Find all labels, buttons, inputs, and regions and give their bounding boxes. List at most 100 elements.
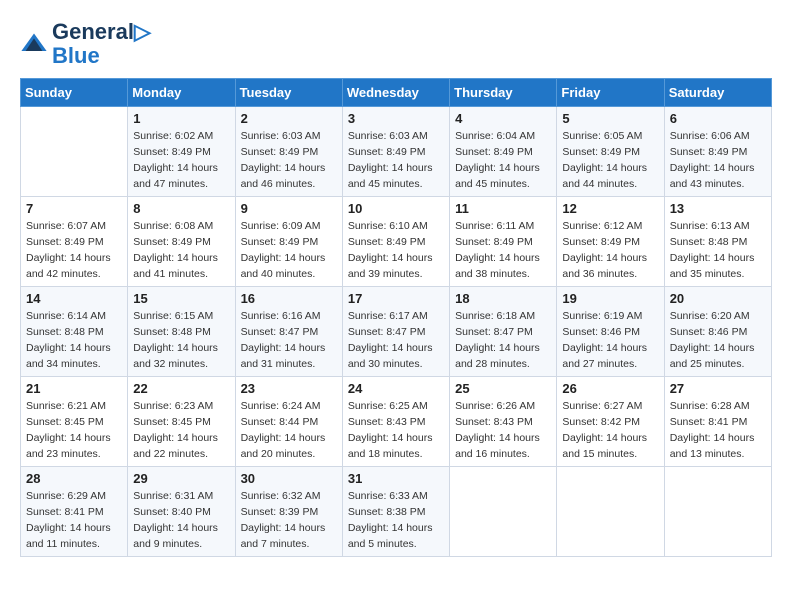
day-number: 27 — [670, 381, 766, 396]
day-info: Sunrise: 6:11 AM Sunset: 8:49 PM Dayligh… — [455, 219, 551, 282]
calendar-cell: 25 Sunrise: 6:26 AM Sunset: 8:43 PM Dayli… — [450, 377, 557, 467]
calendar-cell: 12 Sunrise: 6:12 AM Sunset: 8:49 PM Dayli… — [557, 197, 664, 287]
day-number: 31 — [348, 471, 444, 486]
day-number: 25 — [455, 381, 551, 396]
day-number: 9 — [241, 201, 337, 216]
calendar-cell: 22 Sunrise: 6:23 AM Sunset: 8:45 PM Dayli… — [128, 377, 235, 467]
day-number: 20 — [670, 291, 766, 306]
calendar-header-monday: Monday — [128, 79, 235, 107]
calendar-cell: 30 Sunrise: 6:32 AM Sunset: 8:39 PM Dayli… — [235, 467, 342, 557]
day-info: Sunrise: 6:33 AM Sunset: 8:38 PM Dayligh… — [348, 489, 444, 552]
calendar-cell: 3 Sunrise: 6:03 AM Sunset: 8:49 PM Daylig… — [342, 107, 449, 197]
day-info: Sunrise: 6:24 AM Sunset: 8:44 PM Dayligh… — [241, 399, 337, 462]
calendar-cell: 10 Sunrise: 6:10 AM Sunset: 8:49 PM Dayli… — [342, 197, 449, 287]
calendar-cell: 31 Sunrise: 6:33 AM Sunset: 8:38 PM Dayli… — [342, 467, 449, 557]
day-info: Sunrise: 6:05 AM Sunset: 8:49 PM Dayligh… — [562, 129, 658, 192]
day-info: Sunrise: 6:31 AM Sunset: 8:40 PM Dayligh… — [133, 489, 229, 552]
day-number: 10 — [348, 201, 444, 216]
day-number: 2 — [241, 111, 337, 126]
calendar-cell: 7 Sunrise: 6:07 AM Sunset: 8:49 PM Daylig… — [21, 197, 128, 287]
day-info: Sunrise: 6:20 AM Sunset: 8:46 PM Dayligh… — [670, 309, 766, 372]
calendar-cell: 8 Sunrise: 6:08 AM Sunset: 8:49 PM Daylig… — [128, 197, 235, 287]
day-info: Sunrise: 6:29 AM Sunset: 8:41 PM Dayligh… — [26, 489, 122, 552]
calendar-cell: 24 Sunrise: 6:25 AM Sunset: 8:43 PM Dayli… — [342, 377, 449, 467]
day-number: 7 — [26, 201, 122, 216]
day-info: Sunrise: 6:12 AM Sunset: 8:49 PM Dayligh… — [562, 219, 658, 282]
calendar-cell: 17 Sunrise: 6:17 AM Sunset: 8:47 PM Dayli… — [342, 287, 449, 377]
calendar-cell: 11 Sunrise: 6:11 AM Sunset: 8:49 PM Dayli… — [450, 197, 557, 287]
day-number: 17 — [348, 291, 444, 306]
day-info: Sunrise: 6:26 AM Sunset: 8:43 PM Dayligh… — [455, 399, 551, 462]
day-number: 12 — [562, 201, 658, 216]
logo-icon — [20, 30, 48, 58]
day-info: Sunrise: 6:09 AM Sunset: 8:49 PM Dayligh… — [241, 219, 337, 282]
calendar-header-thursday: Thursday — [450, 79, 557, 107]
calendar-cell: 6 Sunrise: 6:06 AM Sunset: 8:49 PM Daylig… — [664, 107, 771, 197]
day-number: 22 — [133, 381, 229, 396]
day-info: Sunrise: 6:19 AM Sunset: 8:46 PM Dayligh… — [562, 309, 658, 372]
day-info: Sunrise: 6:27 AM Sunset: 8:42 PM Dayligh… — [562, 399, 658, 462]
day-number: 3 — [348, 111, 444, 126]
day-number: 15 — [133, 291, 229, 306]
calendar-cell: 18 Sunrise: 6:18 AM Sunset: 8:47 PM Dayli… — [450, 287, 557, 377]
day-info: Sunrise: 6:15 AM Sunset: 8:48 PM Dayligh… — [133, 309, 229, 372]
day-info: Sunrise: 6:02 AM Sunset: 8:49 PM Dayligh… — [133, 129, 229, 192]
day-number: 29 — [133, 471, 229, 486]
calendar-cell — [664, 467, 771, 557]
calendar-cell: 15 Sunrise: 6:15 AM Sunset: 8:48 PM Dayli… — [128, 287, 235, 377]
calendar-cell: 19 Sunrise: 6:19 AM Sunset: 8:46 PM Dayli… — [557, 287, 664, 377]
logo-text: General▷ Blue — [52, 20, 151, 68]
day-number: 5 — [562, 111, 658, 126]
calendar-header-sunday: Sunday — [21, 79, 128, 107]
calendar-cell: 2 Sunrise: 6:03 AM Sunset: 8:49 PM Daylig… — [235, 107, 342, 197]
day-number: 6 — [670, 111, 766, 126]
page-header: General▷ Blue — [20, 20, 772, 68]
day-number: 4 — [455, 111, 551, 126]
day-info: Sunrise: 6:03 AM Sunset: 8:49 PM Dayligh… — [241, 129, 337, 192]
calendar-cell: 14Sunrise: 6:14 AM Sunset: 8:48 PM Dayli… — [21, 287, 128, 377]
day-info: Sunrise: 6:13 AM Sunset: 8:48 PM Dayligh… — [670, 219, 766, 282]
calendar-header-wednesday: Wednesday — [342, 79, 449, 107]
day-info: Sunrise: 6:07 AM Sunset: 8:49 PM Dayligh… — [26, 219, 122, 282]
day-info: Sunrise: 6:04 AM Sunset: 8:49 PM Dayligh… — [455, 129, 551, 192]
day-number: 8 — [133, 201, 229, 216]
day-number: 26 — [562, 381, 658, 396]
day-info: Sunrise: 6:06 AM Sunset: 8:49 PM Dayligh… — [670, 129, 766, 192]
calendar-cell: 16Sunrise: 6:16 AM Sunset: 8:47 PM Dayli… — [235, 287, 342, 377]
day-number: 19 — [562, 291, 658, 306]
day-number: 28 — [26, 471, 122, 486]
calendar-header-tuesday: Tuesday — [235, 79, 342, 107]
day-number: 30 — [241, 471, 337, 486]
calendar-cell: 5 Sunrise: 6:05 AM Sunset: 8:49 PM Daylig… — [557, 107, 664, 197]
day-info: Sunrise: 6:23 AM Sunset: 8:45 PM Dayligh… — [133, 399, 229, 462]
day-info: Sunrise: 6:17 AM Sunset: 8:47 PM Dayligh… — [348, 309, 444, 372]
calendar-cell: 29 Sunrise: 6:31 AM Sunset: 8:40 PM Dayli… — [128, 467, 235, 557]
calendar-cell: 26 Sunrise: 6:27 AM Sunset: 8:42 PM Dayli… — [557, 377, 664, 467]
day-info: Sunrise: 6:25 AM Sunset: 8:43 PM Dayligh… — [348, 399, 444, 462]
calendar-cell: 27Sunrise: 6:28 AM Sunset: 8:41 PM Dayli… — [664, 377, 771, 467]
calendar-cell: 9 Sunrise: 6:09 AM Sunset: 8:49 PM Daylig… — [235, 197, 342, 287]
day-number: 1 — [133, 111, 229, 126]
calendar-cell: 1 Sunrise: 6:02 AM Sunset: 8:49 PM Daylig… — [128, 107, 235, 197]
day-info: Sunrise: 6:16 AM Sunset: 8:47 PM Dayligh… — [241, 309, 337, 372]
calendar-cell: 4 Sunrise: 6:04 AM Sunset: 8:49 PM Daylig… — [450, 107, 557, 197]
calendar-cell: 23 Sunrise: 6:24 AM Sunset: 8:44 PM Dayli… — [235, 377, 342, 467]
day-number: 11 — [455, 201, 551, 216]
calendar-cell — [21, 107, 128, 197]
day-info: Sunrise: 6:03 AM Sunset: 8:49 PM Dayligh… — [348, 129, 444, 192]
day-number: 14 — [26, 291, 122, 306]
logo: General▷ Blue — [20, 20, 151, 68]
day-number: 18 — [455, 291, 551, 306]
calendar-table: SundayMondayTuesdayWednesdayThursdayFrid… — [20, 78, 772, 557]
day-info: Sunrise: 6:18 AM Sunset: 8:47 PM Dayligh… — [455, 309, 551, 372]
day-number: 24 — [348, 381, 444, 396]
day-info: Sunrise: 6:32 AM Sunset: 8:39 PM Dayligh… — [241, 489, 337, 552]
calendar-cell: 20 Sunrise: 6:20 AM Sunset: 8:46 PM Dayli… — [664, 287, 771, 377]
day-number: 23 — [241, 381, 337, 396]
calendar-header-saturday: Saturday — [664, 79, 771, 107]
day-info: Sunrise: 6:10 AM Sunset: 8:49 PM Dayligh… — [348, 219, 444, 282]
calendar-cell — [450, 467, 557, 557]
day-number: 13 — [670, 201, 766, 216]
day-info: Sunrise: 6:08 AM Sunset: 8:49 PM Dayligh… — [133, 219, 229, 282]
calendar-header-friday: Friday — [557, 79, 664, 107]
